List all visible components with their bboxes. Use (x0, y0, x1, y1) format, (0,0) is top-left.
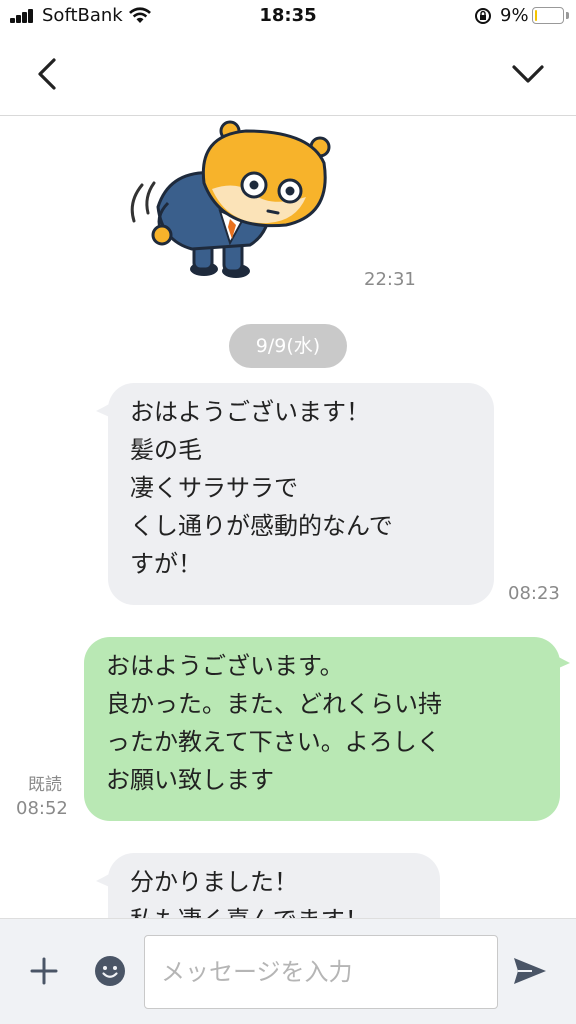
incoming-message-bubble[interactable]: 分かりました！ 私も凄く喜んでます！ (108, 853, 440, 918)
battery-tip (566, 12, 569, 19)
message-input[interactable] (144, 935, 498, 1009)
send-icon[interactable] (512, 955, 548, 987)
status-bar: SoftBank 18:35 9% (0, 0, 576, 34)
chevron-left-icon[interactable] (28, 54, 68, 94)
plus-icon[interactable] (26, 953, 62, 989)
outgoing-message-bubble[interactable]: おはようございます。 良かった。また、どれくらい持 ったか教えて下さい。よろしく… (84, 637, 560, 821)
read-receipt: 既読 (28, 775, 62, 795)
sticker-timestamp: 22:31 (364, 269, 416, 290)
battery-level-fill (535, 10, 537, 21)
incoming-message-bubble[interactable]: おはようございます！ 髪の毛 凄くサラサラで くし通りが感動的なんで すが！ (108, 383, 494, 605)
chat-header (0, 34, 576, 116)
battery-icon (532, 7, 564, 24)
chevron-down-icon[interactable] (508, 54, 548, 94)
message-timestamp: 08:23 (508, 583, 560, 604)
date-separator: 9/9(水) (229, 324, 347, 368)
message-input-bar (0, 918, 576, 1024)
chat-message-list[interactable]: 22:31 9/9(水) おはようございます！ 髪の毛 凄くサラサラで くし通り… (0, 117, 576, 918)
orientation-lock-icon (475, 8, 491, 24)
emoji-icon[interactable] (94, 955, 126, 987)
battery-percent: 9% (500, 5, 529, 26)
message-timestamp: 08:52 (16, 798, 68, 819)
bowing-hamster-sticker[interactable] (118, 117, 340, 287)
